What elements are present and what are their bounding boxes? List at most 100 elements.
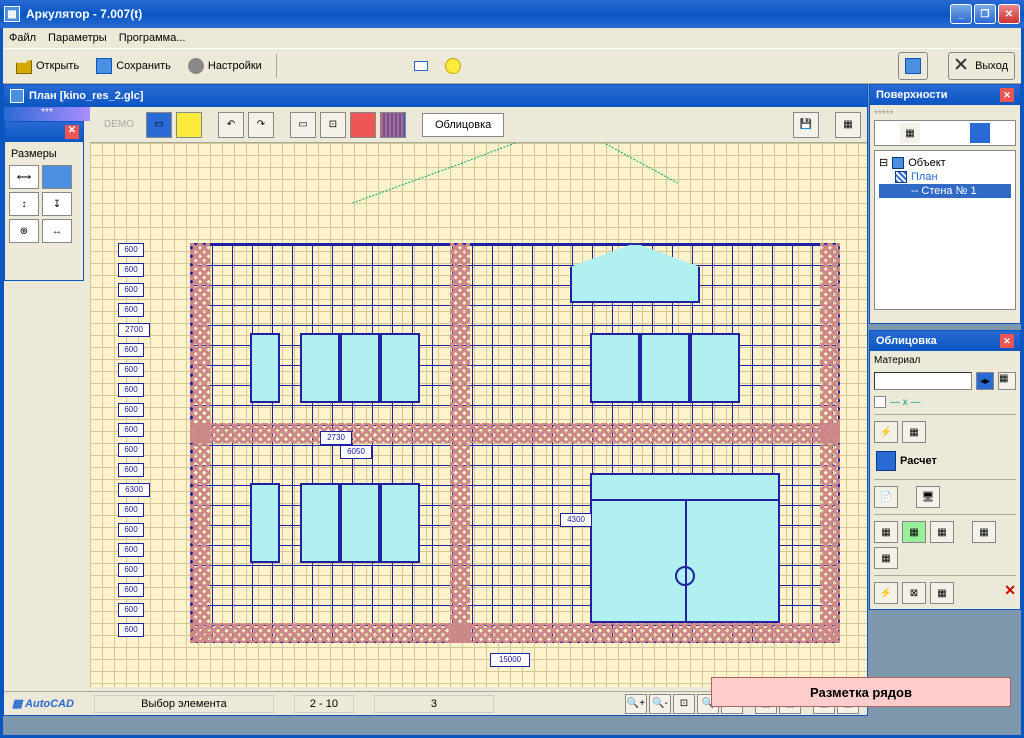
surfaces-stars: ***** [874, 109, 893, 120]
gridtool-4[interactable]: ▦ [972, 521, 996, 543]
window [380, 483, 420, 563]
dim-row: 600 [118, 543, 144, 557]
cladtool-2[interactable]: ▦ [902, 421, 926, 443]
menu-file[interactable]: Файл [9, 32, 36, 44]
cladtool-4[interactable]: 🖥 [916, 486, 940, 508]
surfaces-titlebar[interactable]: Поверхности ✕ [870, 85, 1020, 105]
gridtool-2[interactable]: ▦ [902, 521, 926, 543]
surf-tool-2[interactable] [970, 123, 990, 143]
plan-toolbar: DEMO ▭ ↶ ↷ ▭ ⊡ Облицовка 💾 ▦ [90, 107, 867, 143]
rowtool-1[interactable]: ⚡ [874, 582, 898, 604]
close-button[interactable]: ✕ [998, 4, 1020, 24]
menu-params[interactable]: Параметры [48, 32, 107, 44]
minimize-button[interactable]: _ [950, 4, 972, 24]
gridtool-3[interactable]: ▦ [930, 521, 954, 543]
status-range: 2 - 10 [294, 695, 354, 713]
delete-button[interactable]: ✕ [1004, 582, 1016, 604]
cladtool-3[interactable]: 📄 [874, 486, 898, 508]
exit-button[interactable]: Выход [948, 52, 1015, 80]
drawing-canvas[interactable]: 600 600 600 600 2700 600 600 600 600 600… [90, 143, 867, 687]
dim-6300: 6300 [118, 483, 150, 497]
help-icon [445, 58, 461, 74]
layout-button[interactable] [407, 52, 435, 80]
plantool-stripes[interactable] [380, 112, 406, 138]
window [250, 333, 280, 403]
settings-icon [188, 58, 204, 74]
plantool-fill[interactable] [176, 112, 202, 138]
exit-icon [955, 58, 971, 74]
dim-row: 600 [118, 503, 144, 517]
tree-object[interactable]: ⊟Объект [879, 155, 1011, 170]
dim-6050: 6050 [340, 445, 372, 459]
line-sample: — x — [890, 397, 921, 408]
hatch-mid [190, 423, 840, 443]
material-input[interactable] [874, 372, 972, 390]
hatch-right [820, 243, 840, 643]
window-title: Аркулятор - 7.007(t) [26, 7, 142, 21]
zoom-window-button[interactable]: ⊡ [673, 694, 695, 714]
save-button[interactable]: Сохранить [89, 52, 178, 80]
surfaces-tree[interactable]: ⊟Объект План -- Стена № 1 [874, 150, 1016, 310]
sizes-titlebar[interactable]: *** ✕ [5, 122, 83, 142]
plantool-disk[interactable]: 💾 [793, 112, 819, 138]
dim-row: 600 [118, 623, 144, 637]
calculate-button[interactable]: Расчет [874, 449, 1016, 473]
gridtool-1[interactable]: ▦ [874, 521, 898, 543]
open-button[interactable]: Открыть [9, 52, 86, 80]
material-pick-button[interactable]: ◂▸ [976, 372, 994, 390]
plantool-frame[interactable]: ▭ [146, 112, 172, 138]
surf-tool-1[interactable]: ▦ [900, 123, 920, 143]
cladtool-1[interactable]: ⚡ [874, 421, 898, 443]
maximize-button[interactable]: ❐ [974, 4, 996, 24]
dim-row: 600 [118, 403, 144, 417]
calc-icon [905, 58, 921, 74]
size-tool-6[interactable]: ↔ [42, 219, 72, 243]
plantool-right[interactable]: ▦ [835, 112, 861, 138]
dim-row: 600 [118, 243, 144, 257]
cladding-titlebar[interactable]: Облицовка ✕ [870, 331, 1020, 351]
sizes-close-icon[interactable]: ✕ [65, 125, 79, 139]
size-tool-5[interactable]: ⊕ [9, 219, 39, 243]
plantool-rect2[interactable]: ⊡ [320, 112, 346, 138]
size-tool-3[interactable]: ↕ [9, 192, 39, 216]
window [340, 333, 380, 403]
material-label: Материал [874, 355, 1016, 366]
surfaces-close-icon[interactable]: ✕ [1000, 88, 1014, 102]
status-value: 3 [374, 695, 494, 713]
cladding-close-icon[interactable]: ✕ [1000, 334, 1014, 348]
help-button[interactable] [438, 52, 468, 80]
sizes-panel: *** ✕ Размеры ⟷ ↕↧ ⊕↔ [4, 121, 84, 281]
surfaces-panel: Поверхности ✕ ***** ▦ ⊟Объект План -- Ст… [869, 84, 1021, 324]
dimension-column: 600 600 600 600 2700 600 600 600 600 600… [118, 243, 150, 637]
plan-window: План [kino_res_2.glc] *** *** ✕ Размеры … [3, 84, 868, 716]
zoom-in-button[interactable]: 🔍+ [625, 694, 647, 714]
dim-row: 600 [118, 343, 144, 357]
dim-row: 600 [118, 283, 144, 297]
plan-tree-icon [895, 171, 907, 183]
size-tool-4[interactable]: ↧ [42, 192, 72, 216]
tree-plan[interactable]: План [879, 170, 1011, 184]
plantool-redo[interactable]: ↷ [248, 112, 274, 138]
plantool-rect1[interactable]: ▭ [290, 112, 316, 138]
dim-row: 600 [118, 363, 144, 377]
rowtool-3[interactable]: ▦ [930, 582, 954, 604]
material-grid-button[interactable]: ▦ [998, 372, 1016, 390]
oblitsovka-button[interactable]: Облицовка [422, 113, 504, 137]
gridtool-5[interactable]: ▦ [874, 547, 898, 569]
window [380, 333, 420, 403]
tree-wall1[interactable]: -- Стена № 1 [879, 184, 1011, 198]
rowtool-2[interactable]: ⊠ [902, 582, 926, 604]
markup-rows-button[interactable]: Разметка рядов [711, 677, 1011, 707]
hatch-bottom [190, 623, 840, 643]
line-checkbox[interactable] [874, 396, 886, 408]
dim-row: 600 [118, 263, 144, 277]
calc-toolbar-button[interactable] [898, 52, 928, 80]
menu-program[interactable]: Программа... [119, 32, 186, 44]
settings-button[interactable]: Настройки [181, 52, 269, 80]
plantool-undo[interactable]: ↶ [218, 112, 244, 138]
size-tool-2[interactable] [42, 165, 72, 189]
zoom-out-button[interactable]: 🔍- [649, 694, 671, 714]
plantool-red[interactable] [350, 112, 376, 138]
window [590, 333, 640, 403]
size-tool-1[interactable]: ⟷ [9, 165, 39, 189]
